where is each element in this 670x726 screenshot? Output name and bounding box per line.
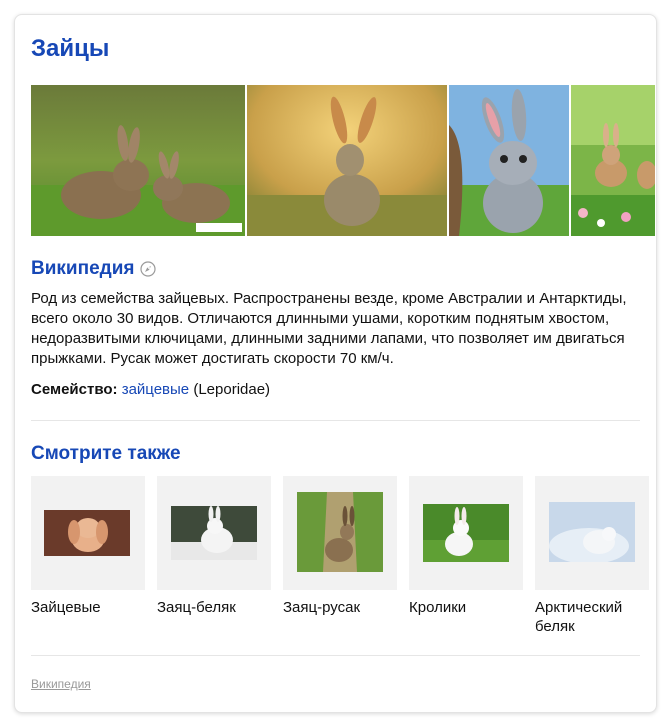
- source-link[interactable]: Википедия: [31, 677, 91, 691]
- see-also-list: Зайцевые Заяц-беляк Заяц-русак Кролики А…: [31, 476, 651, 646]
- see-also-item-arkticheskiy-belyak[interactable]: Арктический беляк: [535, 476, 649, 636]
- family-label: Семейство:: [31, 381, 118, 398]
- see-also-item-zaytsevye[interactable]: Зайцевые: [31, 476, 145, 617]
- see-also-thumbnail[interactable]: [409, 476, 523, 590]
- gallery-image-cartoon-rabbit[interactable]: [449, 85, 569, 236]
- wikipedia-heading-label[interactable]: Википедия: [31, 258, 134, 280]
- see-also-label[interactable]: Кролики: [409, 598, 523, 617]
- gallery-image-hare-sunset[interactable]: [247, 85, 447, 236]
- see-also-thumbnail[interactable]: [535, 476, 649, 590]
- wikipedia-heading-link[interactable]: Википедия: [31, 258, 157, 280]
- image-gallery: [31, 85, 655, 236]
- see-also-item-zayats-belyak[interactable]: Заяц-беляк: [157, 476, 271, 617]
- see-also-label[interactable]: Зайцевые: [31, 598, 145, 617]
- see-also-heading[interactable]: Смотрите также: [31, 443, 181, 465]
- page-title[interactable]: Зайцы: [31, 35, 109, 63]
- knowledge-card: Зайцы Википедия Род из семейства зайцевы…: [14, 14, 657, 713]
- see-also-thumbnail[interactable]: [31, 476, 145, 590]
- family-row: Семейство: зайцевые (Leporidae): [31, 381, 270, 398]
- rocket-icon[interactable]: [140, 261, 157, 277]
- family-latin: (Leporidae): [193, 381, 271, 398]
- see-also-label[interactable]: Заяц-русак: [283, 598, 397, 617]
- divider: [31, 655, 640, 656]
- see-also-item-zayats-rusak[interactable]: Заяц-русак: [283, 476, 397, 617]
- see-also-label[interactable]: Арктический беляк: [535, 598, 649, 636]
- see-also-label[interactable]: Заяц-беляк: [157, 598, 271, 617]
- family-link[interactable]: зайцевые: [122, 381, 189, 398]
- divider: [31, 420, 640, 421]
- see-also-item-kroliki[interactable]: Кролики: [409, 476, 523, 617]
- see-also-thumbnail[interactable]: [157, 476, 271, 590]
- gallery-image-rabbit-flowers[interactable]: [571, 85, 655, 236]
- see-also-thumbnail[interactable]: [283, 476, 397, 590]
- gallery-image-rabbits-pair[interactable]: [31, 85, 245, 236]
- wikipedia-description: Род из семейства зайцевых. Распространен…: [31, 290, 627, 367]
